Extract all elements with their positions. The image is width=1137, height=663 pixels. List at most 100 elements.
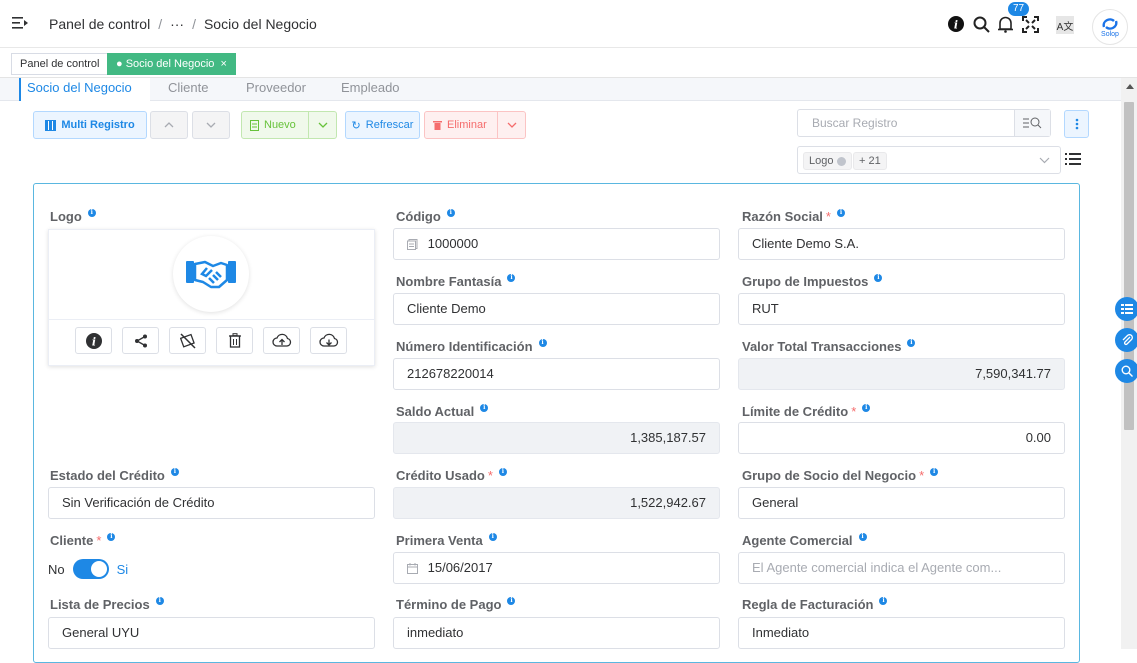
estado-credito-label-text: Estado del Crédito [50, 468, 165, 483]
chevron-down-icon [206, 122, 216, 128]
info-icon[interactable]: i [488, 532, 497, 541]
info-icon[interactable]: i [858, 532, 867, 541]
primera-venta-date-field[interactable]: 15/06/2017 [393, 552, 720, 584]
credito-usado-label-text: Crédito Usado [396, 468, 485, 483]
required-marker: * [96, 533, 102, 548]
next-record-button[interactable] [192, 111, 230, 139]
agente-comercial-label-text: Agente Comercial [742, 533, 853, 548]
limite-credito-label: Límite de Crédito * i [742, 403, 871, 419]
termino-pago-select[interactable]: inmediato [393, 617, 720, 649]
trash-icon [433, 121, 442, 130]
close-icon[interactable] [837, 156, 847, 166]
agente-comercial-select[interactable]: El Agente comercial indica el Agente com… [738, 552, 1065, 584]
top-navbar: Panel de control / ··· / Socio del Negoc… [0, 0, 1137, 48]
fullscreen-icon[interactable] [1022, 16, 1039, 33]
primera-venta-label: Primera Venta i [396, 532, 497, 548]
column-chip-logo[interactable]: Logo [803, 152, 853, 170]
subtab-bar: Socio del Negocio Cliente Proveedor Empl… [0, 78, 1121, 101]
estado-credito-select[interactable]: Sin Verificación de Crédito [48, 487, 375, 519]
info-icon[interactable]: i [170, 467, 179, 476]
lista-precios-label: Lista de Precios i [50, 596, 164, 612]
bell-icon[interactable] [997, 16, 1014, 33]
tab-empleado[interactable]: Empleado [341, 78, 400, 101]
info-icon[interactable]: i [87, 208, 96, 217]
column-selector[interactable]: Logo + 21 [797, 146, 1061, 174]
avatar-label: Solop [1101, 30, 1119, 38]
info-icon[interactable]: i [107, 532, 116, 541]
chevron-down-icon [507, 122, 516, 128]
info-icon[interactable]: i [907, 338, 916, 347]
grupo-socio-select[interactable]: General [738, 487, 1065, 519]
info-icon[interactable]: i [836, 208, 845, 217]
info-icon[interactable]: i [879, 596, 888, 605]
document-icon [407, 239, 418, 251]
info-icon[interactable]: i [538, 338, 547, 347]
nombre-fantasia-label: Nombre Fantasía i [396, 273, 516, 289]
scroll-up-icon[interactable] [1126, 84, 1134, 89]
avatar[interactable]: Solop [1092, 9, 1128, 45]
delete-label: Eliminar [447, 119, 487, 131]
fab-zoom[interactable] [1115, 359, 1137, 383]
termino-pago-label: Término de Pago i [396, 596, 516, 612]
tab-socio-del-negocio[interactable]: Socio del Negocio [19, 78, 150, 101]
refresh-label: Refrescar [365, 119, 414, 131]
cliente-toggle[interactable] [72, 559, 109, 579]
saldo-actual-label-text: Saldo Actual [396, 404, 475, 419]
razon-social-field[interactable]: Cliente Demo S.A. [738, 228, 1065, 260]
new-record-dropdown[interactable] [308, 112, 336, 138]
info-icon[interactable]: i [862, 403, 871, 412]
info-icon[interactable]: i [948, 16, 964, 32]
regla-facturacion-select[interactable]: Inmediato [738, 617, 1065, 649]
fab-attachments[interactable] [1115, 328, 1137, 352]
info-icon[interactable]: i [155, 596, 164, 605]
breadcrumb-home[interactable]: Panel de control [49, 16, 150, 32]
column-chip-more[interactable]: + 21 [853, 152, 887, 170]
regla-facturacion-label-text: Regla de Facturación [742, 597, 874, 612]
more-options-button[interactable] [1064, 110, 1089, 138]
language-icon[interactable]: A文 [1056, 16, 1074, 34]
multi-record-button[interactable]: Multi Registro [33, 111, 147, 139]
info-icon[interactable]: i [480, 403, 489, 412]
info-icon[interactable]: i [498, 467, 507, 476]
notification-badge: 77 [1008, 2, 1030, 16]
info-icon[interactable]: i [446, 208, 455, 217]
previous-record-button[interactable] [150, 111, 188, 139]
tag-socio-del-negocio[interactable]: ● Socio del Negocio × [107, 53, 236, 75]
tab-cliente[interactable]: Cliente [168, 78, 208, 101]
info-icon[interactable]: i [507, 596, 516, 605]
logo-download-button[interactable] [310, 327, 347, 354]
limite-credito-field[interactable]: 0.00 [738, 422, 1065, 454]
valor-total-label-text: Valor Total Transacciones [742, 339, 902, 354]
list-icon[interactable] [1065, 151, 1081, 167]
search-button[interactable] [1014, 110, 1050, 136]
logo-upload-button[interactable] [263, 327, 300, 354]
calendar-icon [407, 563, 418, 575]
codigo-field[interactable]: 1000000 [393, 228, 720, 260]
grupo-impuestos-select[interactable]: RUT [738, 293, 1065, 325]
lista-precios-select[interactable]: General UYU [48, 617, 375, 649]
nombre-fantasia-field[interactable]: Cliente Demo [393, 293, 720, 325]
refresh-button[interactable]: ↻ Refrescar [345, 111, 420, 139]
tab-proveedor[interactable]: Proveedor [246, 78, 306, 101]
logo-info-button[interactable]: i [75, 327, 112, 354]
close-icon[interactable]: × [220, 58, 226, 70]
tag-panel-de-control[interactable]: Panel de control [11, 53, 109, 75]
delete-dropdown[interactable] [497, 112, 525, 138]
search-input[interactable]: Buscar Registro [797, 109, 1051, 137]
delete-button[interactable]: Eliminar [424, 111, 526, 139]
breadcrumb-ellipsis[interactable]: ··· [170, 16, 184, 32]
logo-delete-button[interactable] [216, 327, 253, 354]
info-icon[interactable]: i [930, 467, 939, 476]
numero-identificacion-field[interactable]: 212678220014 [393, 358, 720, 390]
breadcrumb: Panel de control / ··· / Socio del Negoc… [49, 16, 317, 32]
info-icon[interactable]: i [507, 273, 516, 282]
info-icon[interactable]: i [874, 273, 883, 282]
logo-clear-button[interactable] [169, 327, 206, 354]
logo-share-button[interactable] [122, 327, 159, 354]
new-record-button[interactable]: Nuevo [241, 111, 337, 139]
menu-toggle-icon[interactable] [12, 15, 28, 31]
cliente-toggle-row: No Si [48, 559, 128, 579]
toggle-off-label: No [48, 561, 65, 577]
fab-record-info[interactable] [1115, 297, 1137, 321]
search-icon[interactable] [973, 16, 990, 33]
